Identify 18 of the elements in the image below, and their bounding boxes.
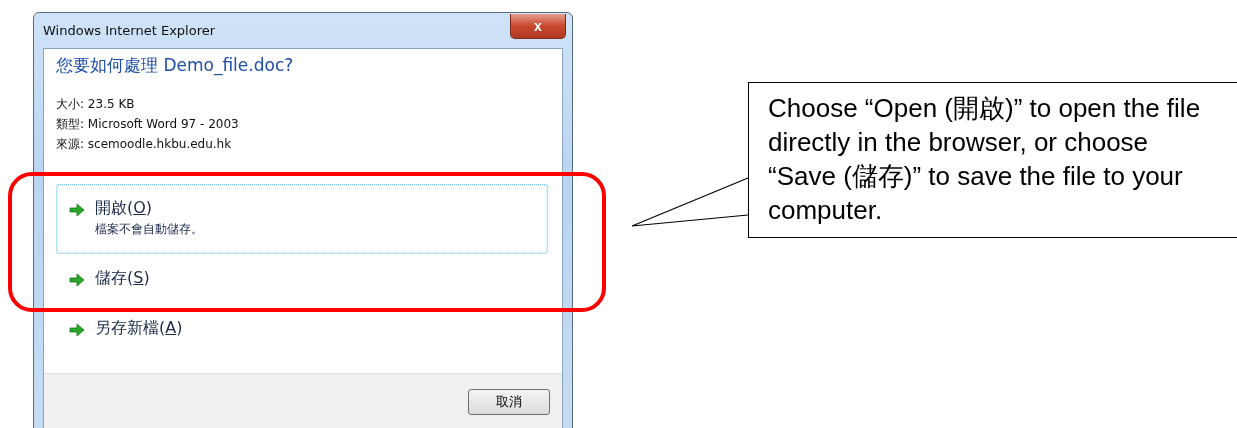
arrow-icon [69,273,85,287]
file-detail: 來源: scemoodle.hkbu.edu.hk [56,136,233,153]
file-detail: 大小: 23.5 KB [56,96,136,113]
option-label: 另存新檔(A) [95,318,183,339]
option-button[interactable]: 另存新檔(A) [56,304,548,354]
dialog-heading: 您要如何處理 Demo_file.doc? [56,54,295,77]
callout-text: Choose “Open (開啟)” to open the file directly in the browser, or choose “Save (儲存)” to save the file to your computer. [768,92,1202,227]
window-title: Windows Internet Explorer [43,23,216,38]
arrow-icon [69,203,85,217]
option-button[interactable]: 儲存(S) [56,254,548,304]
option-label: 開啟(O) [95,198,154,219]
file-detail: 類型: Microsoft Word 97 - 2003 [56,116,240,133]
option-label: 儲存(S) [95,268,150,289]
cancel-button[interactable]: 取消 [468,388,550,415]
arrow-icon [69,323,85,337]
option-button[interactable]: 開啟(O) 檔案不會自動儲存。 [56,184,548,254]
option-note: 檔案不會自動儲存。 [95,221,203,238]
close-button[interactable]: x [510,14,566,39]
